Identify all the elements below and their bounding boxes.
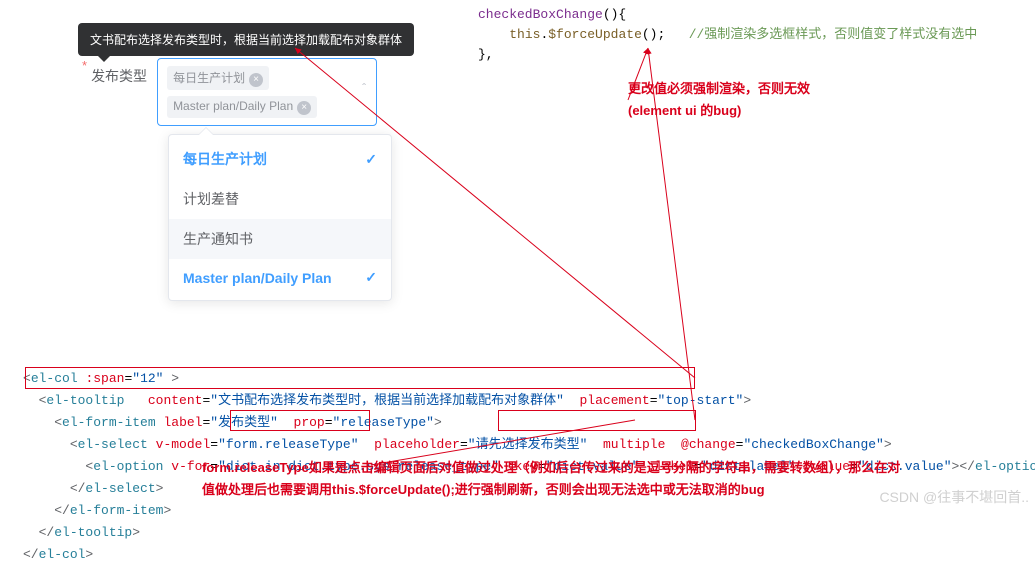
required-star: * — [82, 58, 87, 73]
dropdown-option[interactable]: 每日生产计划✓ — [169, 139, 391, 179]
dropdown-option[interactable]: 生产通知书 — [169, 219, 391, 259]
annotation-bottom: form.releaseType如果是点击编辑页面后对值做过处理（例如后台传过来… — [202, 457, 900, 501]
check-icon: ✓ — [365, 151, 377, 168]
watermark: CSDN @往事不堪回首.. — [879, 487, 1029, 507]
tag-close-icon[interactable]: × — [249, 73, 263, 87]
release-type-select[interactable]: 每日生产计划× Master plan/Daily Plan× ˆ — [157, 58, 377, 126]
highlight-box-tooltip-line — [25, 367, 695, 389]
dropdown-option[interactable]: Master plan/Daily Plan✓ — [169, 259, 391, 296]
dropdown-option[interactable]: 计划差替 — [169, 179, 391, 219]
chevron-up-icon[interactable]: ˆ — [362, 81, 366, 95]
code-snippet-top: checkedBoxChange(){ this.$forceUpdate();… — [478, 5, 977, 65]
tag-item[interactable]: Master plan/Daily Plan× — [167, 96, 317, 118]
force-update-call: this — [509, 27, 540, 42]
tag-item[interactable]: 每日生产计划× — [167, 66, 269, 90]
highlight-box-vmodel — [230, 410, 370, 431]
annotation-force-render: 更改值必须强制渲染，否则无效 (element ui 的bug) — [628, 78, 810, 122]
form-row: * 发布类型 每日生产计划× Master plan/Daily Plan× ˆ — [82, 58, 377, 126]
tooltip: 文书配布选择发布类型时，根据当前选择加载配布对象群体 — [78, 23, 414, 56]
form-label: 发布类型 — [91, 58, 147, 86]
highlight-box-change-handler — [498, 410, 696, 431]
select-dropdown: 每日生产计划✓ 计划差替 生产通知书 Master plan/Daily Pla… — [168, 134, 392, 301]
tooltip-text: 文书配布选择发布类型时，根据当前选择加载配布对象群体 — [90, 33, 402, 47]
tag-close-icon[interactable]: × — [297, 101, 311, 115]
check-icon: ✓ — [365, 269, 377, 286]
